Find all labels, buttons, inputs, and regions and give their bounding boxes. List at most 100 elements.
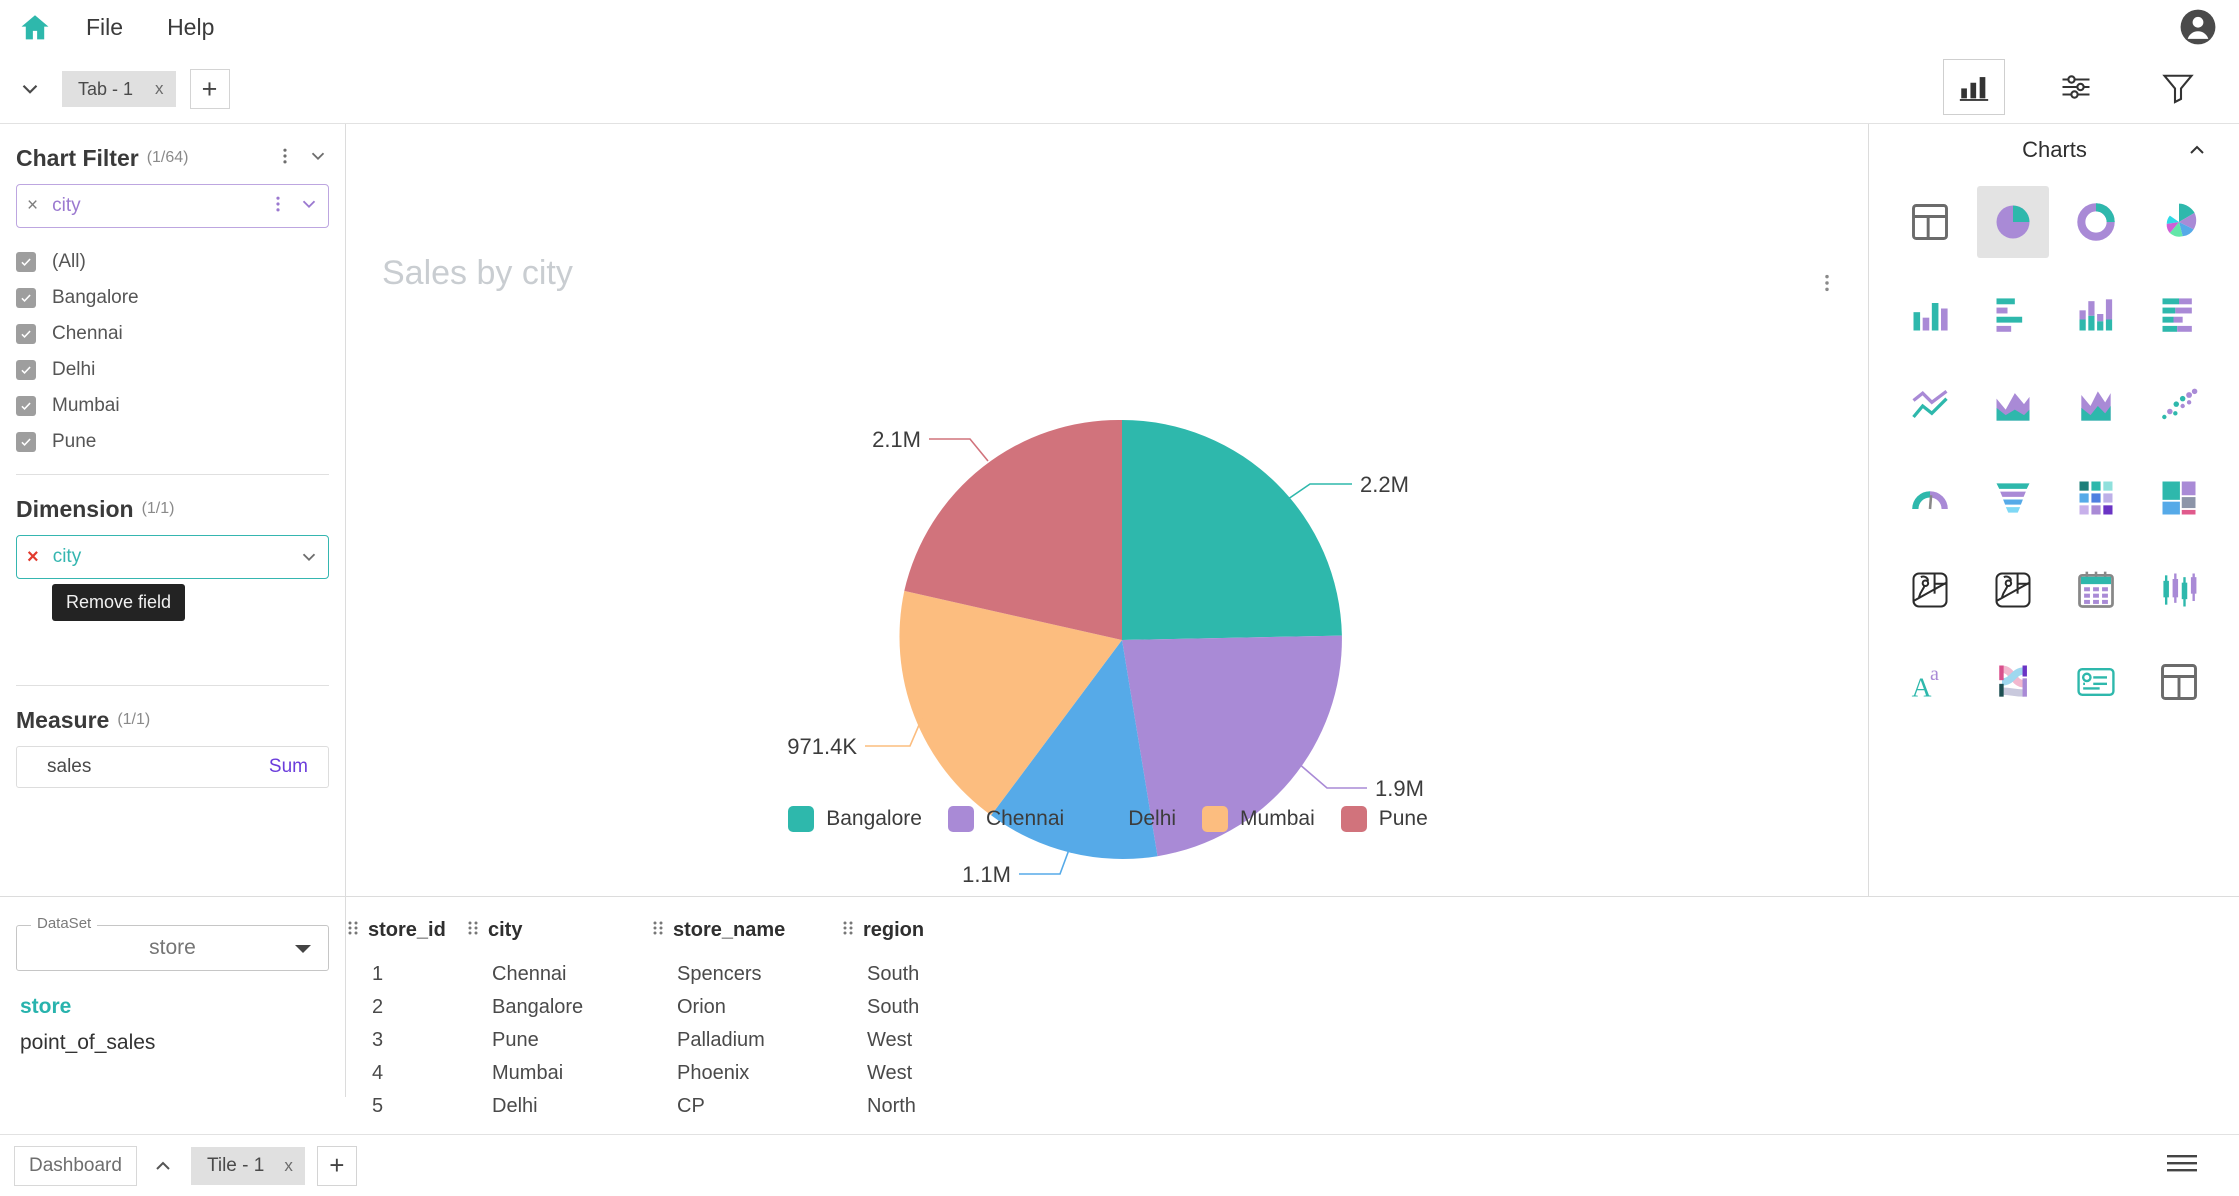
- measure-aggregation-label[interactable]: Sum: [269, 756, 308, 778]
- column-chart-icon[interactable]: [1894, 278, 1966, 350]
- chevron-down-icon[interactable]: [10, 76, 50, 102]
- chevron-down-icon[interactable]: [298, 193, 320, 220]
- remove-filter-field-icon[interactable]: ×: [27, 195, 38, 217]
- cell-city: Bangalore: [492, 996, 584, 1019]
- donut-chart-icon[interactable]: [2060, 186, 2132, 258]
- chart-filter-field-city[interactable]: × city: [16, 184, 329, 228]
- table-row[interactable]: 3 Pune Palladium West: [347, 1024, 2239, 1057]
- legend-label: Chennai: [985, 807, 1065, 830]
- area-chart-icon[interactable]: [1977, 370, 2049, 442]
- filter-option-all[interactable]: (All): [16, 244, 329, 280]
- checkbox-checked-icon[interactable]: [16, 396, 36, 416]
- tile-close-icon[interactable]: x: [284, 1156, 293, 1176]
- sankey-chart-icon[interactable]: [1977, 646, 2049, 718]
- legend-item-pune[interactable]: Pune: [1340, 806, 1428, 832]
- drag-handle-icon[interactable]: [347, 919, 360, 942]
- table-row[interactable]: 2 Bangalore Orion South: [347, 991, 2239, 1024]
- drag-handle-icon[interactable]: [842, 919, 855, 942]
- add-tile-button[interactable]: +: [316, 1145, 357, 1186]
- heatmap-chart-icon[interactable]: [2060, 462, 2132, 534]
- filter-option-mumbai[interactable]: Mumbai: [16, 388, 329, 424]
- checkbox-checked-icon[interactable]: [16, 360, 36, 380]
- scatter-chart-icon[interactable]: [2143, 370, 2215, 442]
- more-vertical-icon[interactable]: [268, 194, 288, 219]
- legend-label: Delhi: [1128, 807, 1177, 830]
- checkbox-checked-icon[interactable]: [16, 432, 36, 452]
- chevron-up-icon[interactable]: [2185, 138, 2209, 167]
- chevron-down-icon[interactable]: [307, 145, 329, 172]
- table-row[interactable]: 1 Chennai Spencers South: [347, 958, 2239, 991]
- chart-view-button[interactable]: [1943, 59, 2005, 115]
- cell-store-id: 2: [372, 996, 384, 1019]
- cell-store-id: 4: [372, 1062, 384, 1085]
- hamburger-menu-icon[interactable]: [2165, 1149, 2199, 1182]
- checkbox-checked-icon[interactable]: [16, 252, 36, 272]
- home-icon[interactable]: [14, 7, 56, 49]
- pivot-table-icon[interactable]: [2143, 646, 2215, 718]
- tab-close-icon[interactable]: x: [155, 79, 164, 99]
- bar-chart-icon[interactable]: [1977, 278, 2049, 350]
- dataset-select[interactable]: DataSet store: [16, 915, 329, 971]
- dataset-legend-label: DataSet: [31, 915, 98, 932]
- legend-item-delhi[interactable]: Delhi: [1090, 806, 1176, 832]
- column-header-city[interactable]: city: [467, 915, 652, 958]
- tab-item-1[interactable]: Tab - 1 x: [62, 71, 176, 107]
- filled-map-chart-icon[interactable]: [1977, 554, 2049, 626]
- stacked-area-chart-icon[interactable]: [2060, 370, 2132, 442]
- add-tab-button[interactable]: +: [189, 69, 230, 109]
- column-label: store_name: [673, 919, 786, 941]
- stacked-column-chart-icon[interactable]: [2060, 278, 2132, 350]
- calendar-chart-icon[interactable]: [2060, 554, 2132, 626]
- funnel-chart-icon[interactable]: [1977, 462, 2049, 534]
- treemap-chart-icon[interactable]: [2143, 462, 2215, 534]
- table-row[interactable]: 5 Delhi CP North: [347, 1090, 2239, 1123]
- map-chart-icon[interactable]: [1894, 554, 1966, 626]
- filter-option-bangalore[interactable]: Bangalore: [16, 280, 329, 316]
- checkbox-checked-icon[interactable]: [16, 324, 36, 344]
- pie-chart-icon[interactable]: [1976, 186, 2049, 258]
- line-chart-icon[interactable]: [1894, 370, 1966, 442]
- legend-item-chennai[interactable]: Chennai: [947, 806, 1065, 832]
- cell-city: Chennai: [492, 963, 567, 986]
- caret-down-icon[interactable]: [294, 942, 312, 961]
- account-avatar-icon[interactable]: [2179, 8, 2217, 46]
- funnel-filter-button[interactable]: [2147, 59, 2209, 115]
- candlestick-chart-icon[interactable]: [2143, 554, 2215, 626]
- chevron-down-icon[interactable]: [298, 546, 320, 568]
- dashboard-button[interactable]: Dashboard: [14, 1145, 137, 1186]
- filter-option-label: Chennai: [52, 323, 123, 344]
- pie-value-label-delhi: 1.1M: [962, 862, 1011, 887]
- column-header-store-name[interactable]: store_name: [652, 915, 842, 958]
- chevron-up-icon[interactable]: [145, 1154, 181, 1178]
- legend-item-bangalore[interactable]: Bangalore: [788, 806, 922, 832]
- kpi-card-icon[interactable]: [2060, 646, 2132, 718]
- filter-option-pune[interactable]: Pune: [16, 424, 329, 460]
- measure-field-sales[interactable]: sales Sum: [16, 746, 329, 788]
- word-cloud-icon[interactable]: A a: [1894, 646, 1966, 718]
- dataset-item-store[interactable]: store: [16, 989, 329, 1025]
- charts-gallery-panel: Charts A a: [1870, 124, 2239, 896]
- table-chart-icon[interactable]: [1894, 186, 1966, 258]
- column-header-region[interactable]: region: [842, 915, 2239, 958]
- pie-chart[interactable]: 2.2M 1.9M 1.1M 971.4K 2.1M: [347, 124, 1869, 896]
- dataset-item-point-of-sales[interactable]: point_of_sales: [16, 1025, 329, 1061]
- menu-file[interactable]: File: [72, 10, 137, 45]
- menu-help[interactable]: Help: [153, 10, 228, 45]
- drag-handle-icon[interactable]: [467, 919, 480, 942]
- checkbox-checked-icon[interactable]: [16, 288, 36, 308]
- gauge-chart-icon[interactable]: [1894, 462, 1966, 534]
- rose-chart-icon[interactable]: [2143, 186, 2215, 258]
- filter-option-delhi[interactable]: Delhi: [16, 352, 329, 388]
- more-vertical-icon[interactable]: [275, 146, 295, 171]
- tile-item-1[interactable]: Tile - 1 x: [190, 1146, 305, 1185]
- column-header-store-id[interactable]: store_id: [347, 915, 467, 958]
- settings-sliders-button[interactable]: [2045, 59, 2107, 115]
- dimension-field-city[interactable]: × city: [16, 535, 329, 579]
- legend-item-mumbai[interactable]: Mumbai: [1202, 806, 1315, 832]
- drag-handle-icon[interactable]: [652, 919, 665, 942]
- legend-label: Bangalore: [826, 807, 922, 830]
- filter-option-chennai[interactable]: Chennai: [16, 316, 329, 352]
- stacked-bar-chart-icon[interactable]: [2143, 278, 2215, 350]
- table-row[interactable]: 4 Mumbai Phoenix West: [347, 1057, 2239, 1090]
- remove-field-icon[interactable]: ×: [27, 546, 39, 569]
